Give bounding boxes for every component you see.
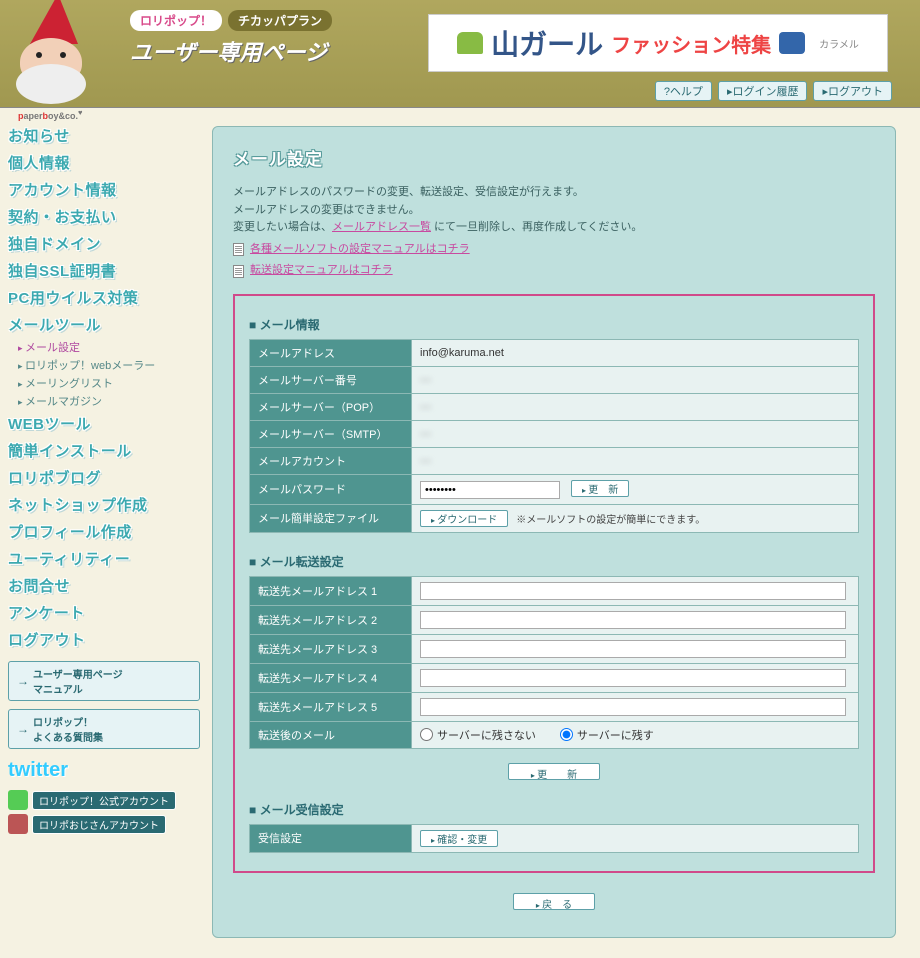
label-num: メールサーバー番号 — [250, 366, 412, 393]
fwd-input-3[interactable] — [420, 640, 846, 658]
nav-mailmag[interactable]: メールマガジン — [8, 392, 200, 410]
label-file: メール簡単設定ファイル — [250, 504, 412, 532]
plan-pill: チカッパプラン — [228, 10, 332, 31]
ad-banner[interactable]: 山ガール ファッション特集 カラメル — [428, 14, 888, 72]
nav-account[interactable]: アカウント情報 — [8, 176, 200, 203]
value-num: — — [420, 374, 431, 386]
paperboy-logo: paperboy&co.♥ — [18, 108, 82, 121]
label-pass: メールパスワード — [250, 474, 412, 504]
nav-virus[interactable]: PC用ウイルス対策 — [8, 284, 200, 311]
nav-domain[interactable]: 独自ドメイン — [8, 230, 200, 257]
value-smtp: — — [420, 428, 431, 440]
value-acct: — — [420, 455, 431, 467]
label-addr: メールアドレス — [250, 339, 412, 366]
nav-mailtool[interactable]: メールツール — [8, 311, 200, 338]
logout-button[interactable]: ▸ログアウト — [813, 81, 892, 101]
fwd-input-1[interactable] — [420, 582, 846, 600]
cart-icon — [779, 32, 805, 54]
nav-ssl[interactable]: 独自SSL証明書 — [8, 257, 200, 284]
avatar-icon — [8, 790, 28, 810]
update-forward-button[interactable]: 更 新 — [508, 763, 600, 780]
back-button[interactable]: 戻 る — [513, 893, 595, 910]
document-icon — [233, 265, 244, 278]
nav-blog[interactable]: ロリポブログ — [8, 464, 200, 491]
confirm-change-button[interactable]: 確認・変更 — [420, 830, 498, 847]
brand-subtitle: ユーザー専用ページ — [130, 35, 332, 67]
value-addr: info@karuma.net — [412, 339, 859, 366]
mail-info-title: メール情報 — [249, 316, 859, 333]
fwd-input-5[interactable] — [420, 698, 846, 716]
twitter-official[interactable]: ロリポップ！公式アカウント — [8, 788, 200, 812]
nav-shop[interactable]: ネットショップ作成 — [8, 491, 200, 518]
nav-utility[interactable]: ユーティリティー — [8, 545, 200, 572]
brand-logo: ロリポップ！ チカッパプラン ユーザー専用ページ — [130, 10, 332, 67]
receive-table: 受信設定確認・変更 — [249, 824, 859, 853]
label-acct: メールアカウント — [250, 447, 412, 474]
nav-logout[interactable]: ログアウト — [8, 626, 200, 653]
label-smtp: メールサーバー（SMTP） — [250, 420, 412, 447]
value-pop: — — [420, 401, 431, 413]
forward-table: 転送先メールアドレス 1 転送先メールアドレス 2 転送先メールアドレス 3 転… — [249, 576, 859, 749]
fwd-label-3: 転送先メールアドレス 3 — [250, 634, 412, 663]
fwd-after-label: 転送後のメール — [250, 721, 412, 748]
download-button[interactable]: ダウンロード — [420, 510, 508, 527]
password-input[interactable] — [420, 481, 560, 499]
header: ロリポップ！ チカッパプラン ユーザー専用ページ 山ガール ファッション特集 カ… — [0, 0, 920, 108]
fwd-label-1: 転送先メールアドレス 1 — [250, 576, 412, 605]
sidebar: お知らせ 個人情報 アカウント情報 契約・お支払い 独自ドメイン 独自SSL証明… — [0, 116, 200, 958]
fwd-input-4[interactable] — [420, 669, 846, 687]
nav-webtool[interactable]: WEBツール — [8, 410, 200, 437]
page-title: メール設定 — [233, 145, 875, 170]
mail-list-link[interactable]: メールアドレス一覧 — [332, 221, 431, 233]
banner-brand: カラメル — [819, 36, 859, 51]
description: メールアドレスのパスワードの変更、転送設定、受信設定が行えます。 メールアドレス… — [233, 184, 875, 280]
nav-mail-settings[interactable]: メール設定 — [8, 338, 200, 356]
forward-title: メール転送設定 — [249, 553, 859, 570]
brand-pill: ロリポップ！ — [130, 10, 222, 31]
highlight-region: メール情報 メールアドレスinfo@karuma.net メールサーバー番号 — … — [233, 294, 875, 873]
gnome-mascot — [0, 0, 82, 86]
twitter-heading: twitter — [8, 759, 200, 782]
avatar-icon — [8, 814, 28, 834]
help-button[interactable]: ?ヘルプ — [655, 81, 712, 101]
nav-install[interactable]: 簡単インストール — [8, 437, 200, 464]
manual1-link[interactable]: 各種メールソフトの設定マニュアルはコチラ — [250, 241, 470, 259]
login-history-button[interactable]: ▸ログイン履歴 — [718, 81, 808, 101]
main-panel: メール設定 メールアドレスのパスワードの変更、転送設定、受信設定が行えます。 メ… — [212, 126, 896, 938]
fwd-label-4: 転送先メールアドレス 4 — [250, 663, 412, 692]
nav-notice[interactable]: お知らせ — [8, 122, 200, 149]
mail-info-table: メールアドレスinfo@karuma.net メールサーバー番号 — メールサーバ… — [249, 339, 859, 533]
banner-title: 山ガール — [491, 23, 603, 63]
fwd-label-2: 転送先メールアドレス 2 — [250, 605, 412, 634]
twitter-oji[interactable]: ロリポおじさんアカウント — [8, 812, 200, 836]
file-note: ※メールソフトの設定が簡単にできます。 — [516, 515, 705, 526]
nav-personal[interactable]: 個人情報 — [8, 149, 200, 176]
manual2-link[interactable]: 転送設定マニュアルはコチラ — [250, 262, 393, 280]
nav-survey[interactable]: アンケート — [8, 599, 200, 626]
document-icon — [233, 243, 244, 256]
receive-title: メール受信設定 — [249, 801, 859, 818]
nav-contract[interactable]: 契約・お支払い — [8, 203, 200, 230]
faq-box[interactable]: →ロリポップ！よくある質問集 — [8, 709, 200, 749]
manual-box[interactable]: →ユーザー専用ページマニュアル — [8, 661, 200, 701]
radio-keep-off[interactable]: サーバーに残さない — [420, 727, 536, 743]
shoe-icon — [457, 32, 483, 54]
nav-profile[interactable]: プロフィール作成 — [8, 518, 200, 545]
nav-contact[interactable]: お問合せ — [8, 572, 200, 599]
fwd-input-2[interactable] — [420, 611, 846, 629]
label-pop: メールサーバー（POP） — [250, 393, 412, 420]
receive-label: 受信設定 — [250, 824, 412, 852]
banner-sub: ファッション特集 — [611, 29, 771, 58]
update-password-button[interactable]: 更 新 — [571, 480, 629, 497]
radio-keep-on[interactable]: サーバーに残す — [560, 727, 654, 743]
nav-webmailer[interactable]: ロリポップ！webメーラー — [8, 356, 200, 374]
fwd-label-5: 転送先メールアドレス 5 — [250, 692, 412, 721]
nav-mailinglist[interactable]: メーリングリスト — [8, 374, 200, 392]
